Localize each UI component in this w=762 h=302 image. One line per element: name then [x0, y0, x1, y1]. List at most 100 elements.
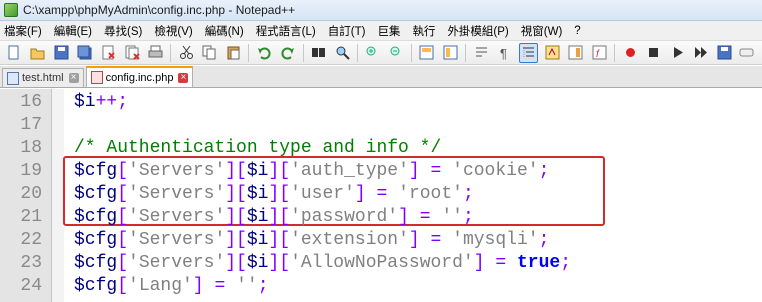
tab-file[interactable]: test.html ×: [2, 68, 84, 87]
sync-h-icon: [443, 45, 458, 60]
toolbar-separator: [614, 43, 616, 62]
stop-macro-icon[interactable]: [644, 43, 664, 63]
play-macro-icon: [673, 47, 683, 58]
wrap-icon[interactable]: [471, 43, 491, 63]
code-token-op: ][: [268, 184, 291, 204]
code-token-str: 'cookie': [452, 161, 539, 181]
indent-guide-icon[interactable]: [518, 42, 539, 63]
sync-h-icon[interactable]: [441, 43, 461, 63]
doc-map-icon: [568, 45, 583, 60]
paste-icon[interactable]: [224, 43, 244, 63]
code-line[interactable]: 16 $i++;: [0, 91, 762, 114]
menu-item[interactable]: 編碼(N): [201, 23, 252, 39]
menu-item[interactable]: 尋找(S): [100, 23, 150, 39]
menu-item[interactable]: 自訂(T): [324, 23, 374, 39]
file-icon: [90, 71, 103, 84]
code-token-op: [: [117, 161, 129, 181]
new-file-icon[interactable]: [4, 43, 24, 63]
cut-icon[interactable]: [176, 43, 196, 63]
udl-icon[interactable]: [542, 43, 562, 63]
replace-icon[interactable]: [332, 43, 352, 63]
function-list-icon[interactable]: f: [590, 43, 610, 63]
redo-icon: [281, 47, 295, 60]
code-token-op: ]: [354, 184, 366, 204]
close-icon: [102, 45, 115, 60]
toolbar-overflow-icon[interactable]: [736, 43, 756, 63]
code-text: $cfg['Servers'][$i]['AllowNoPassword'] =…: [74, 252, 571, 275]
close-all-icon[interactable]: [122, 43, 142, 63]
code-token-var: $i: [246, 207, 269, 227]
copy-icon[interactable]: [200, 43, 220, 63]
run-macro-multiple-icon[interactable]: [691, 43, 711, 63]
sync-v-icon[interactable]: [417, 43, 437, 63]
code-token-str: '': [236, 276, 258, 296]
code-token-var: $i: [74, 92, 96, 112]
menu-item[interactable]: 編輯(E): [50, 23, 100, 39]
line-number: 22: [20, 230, 42, 250]
undo-icon[interactable]: [254, 43, 274, 63]
menu-item[interactable]: 程式語言(L): [252, 23, 324, 39]
menu-item[interactable]: 檢視(V): [150, 23, 200, 39]
tab-close-icon[interactable]: ×: [178, 72, 189, 83]
save-all-icon[interactable]: [75, 43, 95, 63]
code-token-op: ]: [192, 276, 204, 296]
window-title: C:\xampp\phpMyAdmin\config.inc.php - Not…: [23, 3, 296, 17]
save-icon[interactable]: [51, 43, 71, 63]
play-macro-icon[interactable]: [668, 43, 688, 63]
code-token-op: =: [419, 207, 431, 227]
sync-v-icon: [419, 45, 434, 60]
close-icon[interactable]: [99, 43, 119, 63]
code-token-var: $cfg: [74, 276, 118, 296]
code-line[interactable]: 19 $cfg['Servers'][$i]['auth_type'] = 'co…: [0, 160, 762, 183]
menu-item[interactable]: 視窗(W): [517, 23, 571, 39]
save-macro-icon[interactable]: [715, 43, 735, 63]
code-token-op: ][: [225, 230, 247, 250]
line-number: 23: [20, 253, 42, 273]
code-editor[interactable]: 16 $i++; 17 18/* Authentication type and in…: [0, 89, 762, 302]
record-macro-icon[interactable]: [620, 43, 640, 63]
code-token-op: ]: [408, 230, 420, 250]
redo-icon[interactable]: [278, 43, 298, 63]
tab-close-icon[interactable]: ×: [68, 73, 79, 83]
code-token-op: [: [117, 207, 129, 227]
all-chars-icon[interactable]: ¶: [495, 43, 515, 63]
zoom-out-icon[interactable]: [387, 43, 407, 63]
code-line[interactable]: 20 $cfg['Servers'][$i]['user'] = 'root';: [0, 183, 762, 206]
open-file-icon: [30, 48, 45, 60]
code-line[interactable]: 17: [0, 114, 762, 137]
code-token-op: ][: [268, 230, 291, 250]
code-text: /* Authentication type and info */: [74, 137, 441, 160]
find-icon: [311, 48, 325, 57]
code-line[interactable]: 23 $cfg['Servers'][$i]['AllowNoPassword']…: [0, 252, 762, 275]
zoom-in-icon[interactable]: [363, 43, 383, 63]
toolbar-separator: [170, 43, 172, 62]
code-token-str: 'Servers': [128, 207, 226, 227]
menu-item[interactable]: 執行: [408, 23, 443, 39]
code-token-op: ++: [95, 92, 118, 112]
menu-item[interactable]: 外掛模組(P): [443, 23, 516, 39]
save-all-icon: [77, 45, 92, 60]
code-token-var: $i: [246, 230, 269, 250]
doc-map-icon[interactable]: [566, 43, 586, 63]
code-line[interactable]: 21 $cfg['Servers'][$i]['password'] = '';: [0, 206, 762, 229]
code-token-op: ][: [225, 184, 247, 204]
paste-icon: [227, 46, 240, 60]
tab-file[interactable]: config.inc.php ×: [85, 66, 194, 87]
code-line[interactable]: 24 $cfg['Lang'] = '';: [0, 275, 762, 298]
zoom-in-icon: [366, 46, 376, 56]
print-icon[interactable]: [146, 43, 166, 63]
menu-item[interactable]: 巨集: [373, 23, 408, 39]
code-line[interactable]: 18 /* Authentication type and info */: [0, 137, 762, 160]
menu-item[interactable]: 檔案(F): [0, 23, 50, 39]
code-line[interactable]: 22 $cfg['Servers'][$i]['extension'] = 'my…: [0, 229, 762, 252]
close-all-icon: [125, 45, 140, 60]
open-file-icon[interactable]: [28, 43, 48, 63]
menu-item[interactable]: ?: [570, 25, 588, 37]
code-token-op: ]: [473, 253, 485, 273]
find-icon[interactable]: [309, 43, 329, 63]
tab-label: test.html: [22, 72, 64, 84]
code-token-op: ;: [462, 207, 474, 227]
